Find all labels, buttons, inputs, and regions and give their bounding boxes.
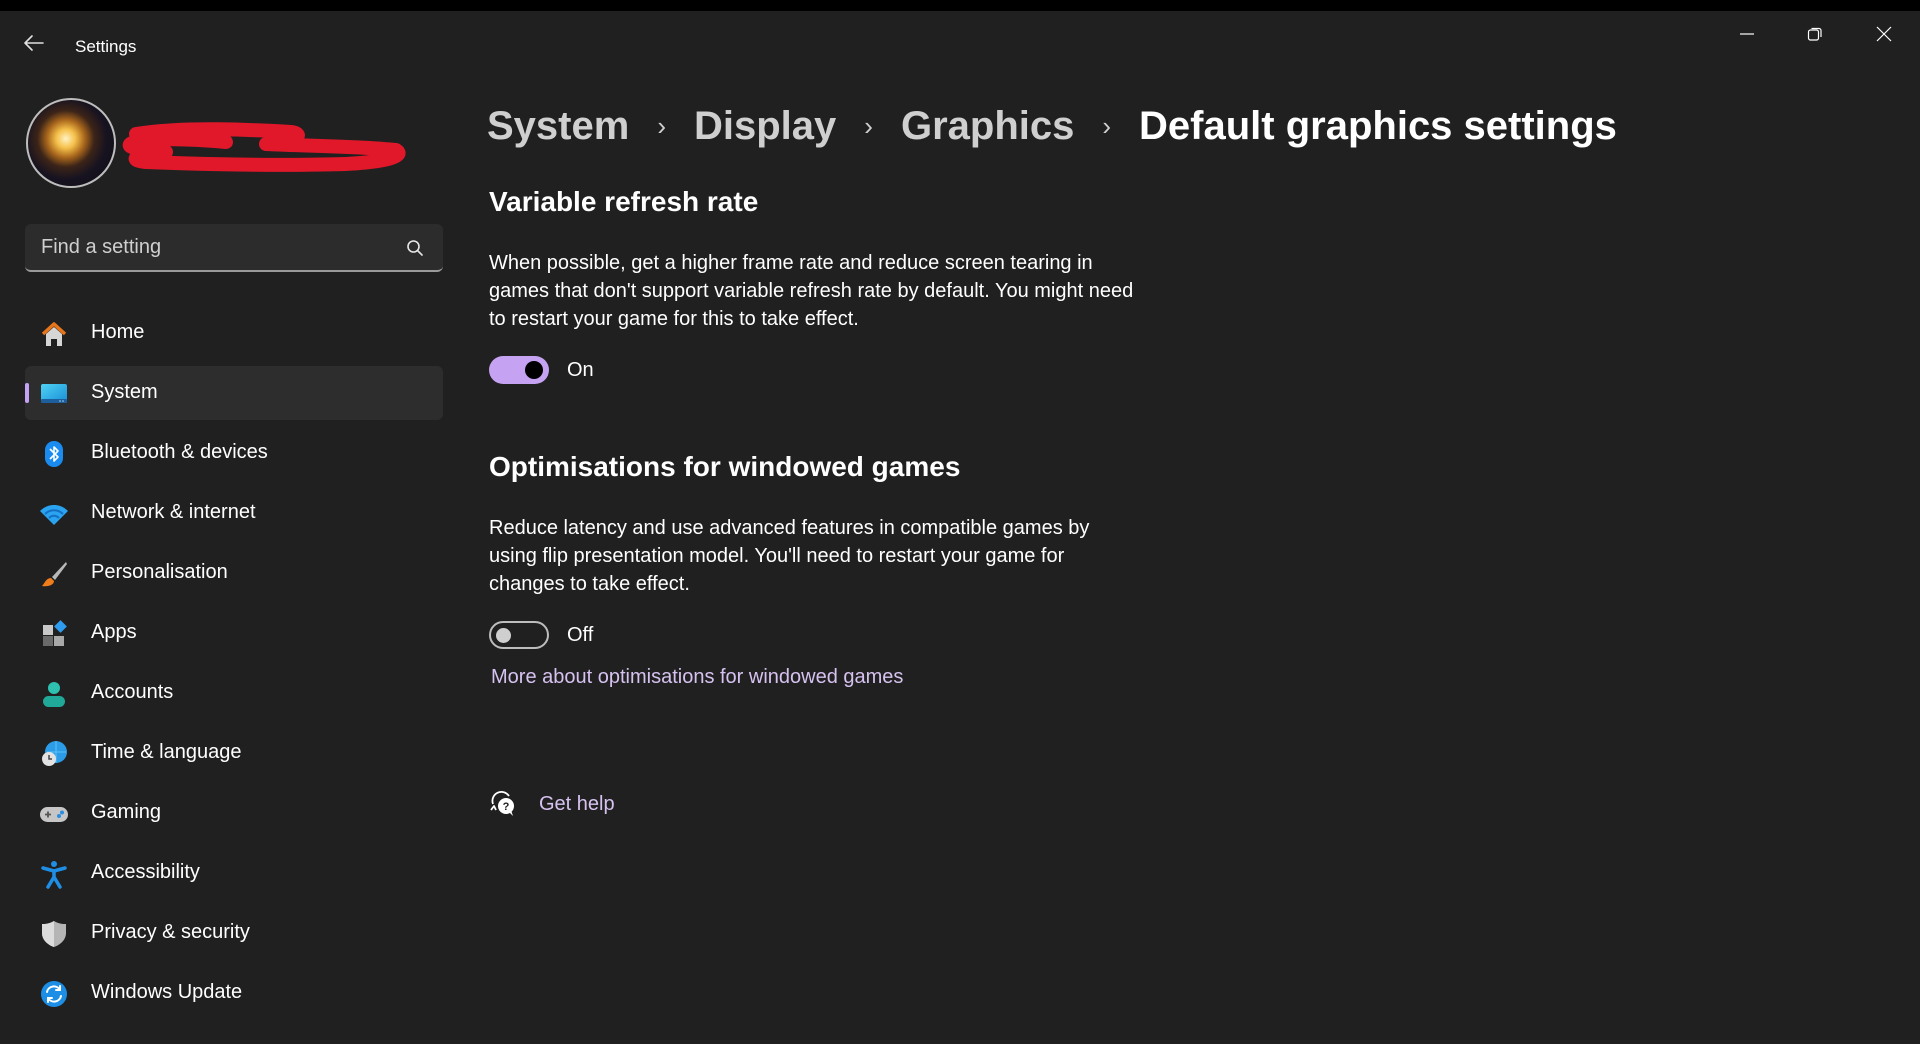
redacted-username	[122, 122, 406, 172]
more-about-windowed-games-link[interactable]: More about optimisations for windowed ga…	[491, 666, 903, 689]
sidebar-item-label: Apps	[91, 621, 137, 643]
apps-icon	[43, 620, 67, 646]
sidebar-item-label: System	[91, 381, 158, 403]
breadcrumb-display[interactable]: Display	[694, 104, 836, 149]
back-arrow-icon	[24, 35, 44, 51]
windows-update-icon	[41, 981, 67, 1007]
sidebar-item-label: Privacy & security	[91, 921, 250, 943]
sidebar-item-gaming[interactable]: Gaming	[25, 786, 443, 840]
sidebar-item-label: Windows Update	[91, 981, 243, 1003]
home-icon	[41, 322, 67, 346]
globe-clock-icon	[42, 741, 67, 766]
app-title: Settings	[75, 37, 137, 56]
windowed-games-toggle-row: Off	[489, 620, 1149, 650]
toggle-knob	[496, 628, 511, 643]
sidebar-item-personalisation[interactable]: Personalisation	[25, 546, 443, 600]
wifi-icon	[40, 505, 68, 525]
sidebar-item-home[interactable]: Home	[25, 306, 443, 360]
paintbrush-icon	[42, 562, 67, 587]
sidebar-item-time-language[interactable]: Time & language	[25, 726, 443, 780]
sidebar-item-label: Accessibility	[91, 861, 200, 883]
sidebar-item-windows-update[interactable]: Windows Update	[25, 966, 443, 1020]
breadcrumb-separator: ›	[657, 110, 666, 141]
section-title: Variable refresh rate	[489, 186, 759, 217]
variable-refresh-rate-toggle[interactable]	[489, 356, 549, 384]
gamepad-icon	[40, 807, 68, 822]
breadcrumb-system[interactable]: System	[487, 104, 629, 149]
minimize-icon	[1740, 33, 1754, 35]
section-description: Reduce latency and use advanced features…	[489, 517, 1090, 595]
top-black-bar	[0, 0, 1920, 11]
sidebar-item-network-internet[interactable]: Network & internet	[25, 486, 443, 540]
windowed-games-optimisations-section: Optimisations for windowed games Reduce …	[489, 451, 1149, 689]
section-description: When possible, get a higher frame rate a…	[489, 252, 1134, 330]
account-icon	[43, 682, 65, 707]
breadcrumb-separator: ›	[864, 110, 873, 141]
sidebar-item-system[interactable]: System	[25, 366, 443, 420]
close-button[interactable]	[1850, 11, 1918, 57]
section-title: Optimisations for windowed games	[489, 451, 961, 482]
accessibility-icon	[41, 861, 67, 889]
search-box[interactable]	[25, 224, 443, 272]
toggle-state-label: Off	[567, 623, 594, 646]
sidebar-item-label: Bluetooth & devices	[91, 441, 268, 463]
sidebar-item-label: Home	[91, 321, 145, 343]
sidebar-item-bluetooth-devices[interactable]: Bluetooth & devices	[25, 426, 443, 480]
sidebar-item-apps[interactable]: Apps	[25, 606, 443, 660]
sidebar-nav: Home System Bluetooth & devices Network …	[25, 306, 443, 1026]
sidebar-item-label: Gaming	[91, 801, 162, 823]
windowed-games-optimisations-toggle[interactable]	[489, 621, 549, 649]
breadcrumb: System › Display › Graphics › Default gr…	[487, 98, 1617, 154]
sidebar-item-label: Accounts	[91, 681, 174, 703]
search-icon[interactable]	[405, 238, 425, 258]
sidebar-item-accounts[interactable]: Accounts	[25, 666, 443, 720]
breadcrumb-separator: ›	[1102, 110, 1112, 141]
close-icon	[1876, 26, 1892, 42]
sidebar-item-label: Network & internet	[91, 501, 256, 523]
user-profile[interactable]	[26, 98, 406, 188]
selection-indicator	[25, 383, 29, 403]
sidebar-item-label: Time & language	[91, 741, 242, 763]
page-title: Default graphics settings	[1139, 103, 1617, 148]
sidebar-item-label: Personalisation	[91, 561, 228, 583]
variable-refresh-rate-section: Variable refresh rate When possible, get…	[489, 186, 1149, 385]
svg-text:?: ?	[503, 801, 510, 813]
get-help-link[interactable]: ? Get help	[489, 788, 615, 820]
breadcrumb-graphics[interactable]: Graphics	[901, 104, 1074, 149]
sidebar-item-accessibility[interactable]: Accessibility	[25, 846, 443, 900]
toggle-state-label: On	[567, 358, 594, 381]
bluetooth-icon	[45, 441, 63, 467]
title-bar: Settings	[0, 11, 1920, 59]
get-help-label: Get help	[539, 792, 615, 815]
restore-icon	[1807, 27, 1822, 41]
help-chat-icon: ?	[490, 791, 514, 816]
toggle-knob	[525, 361, 543, 379]
minimize-button[interactable]	[1713, 11, 1781, 57]
shield-icon	[42, 921, 66, 947]
back-button[interactable]	[22, 33, 50, 57]
avatar[interactable]	[26, 98, 116, 188]
restore-button[interactable]	[1781, 11, 1849, 57]
search-input[interactable]	[41, 224, 391, 270]
sidebar-item-privacy-security[interactable]: Privacy & security	[25, 906, 443, 960]
variable-refresh-rate-toggle-row: On	[489, 355, 1149, 385]
system-monitor-icon	[41, 384, 67, 403]
